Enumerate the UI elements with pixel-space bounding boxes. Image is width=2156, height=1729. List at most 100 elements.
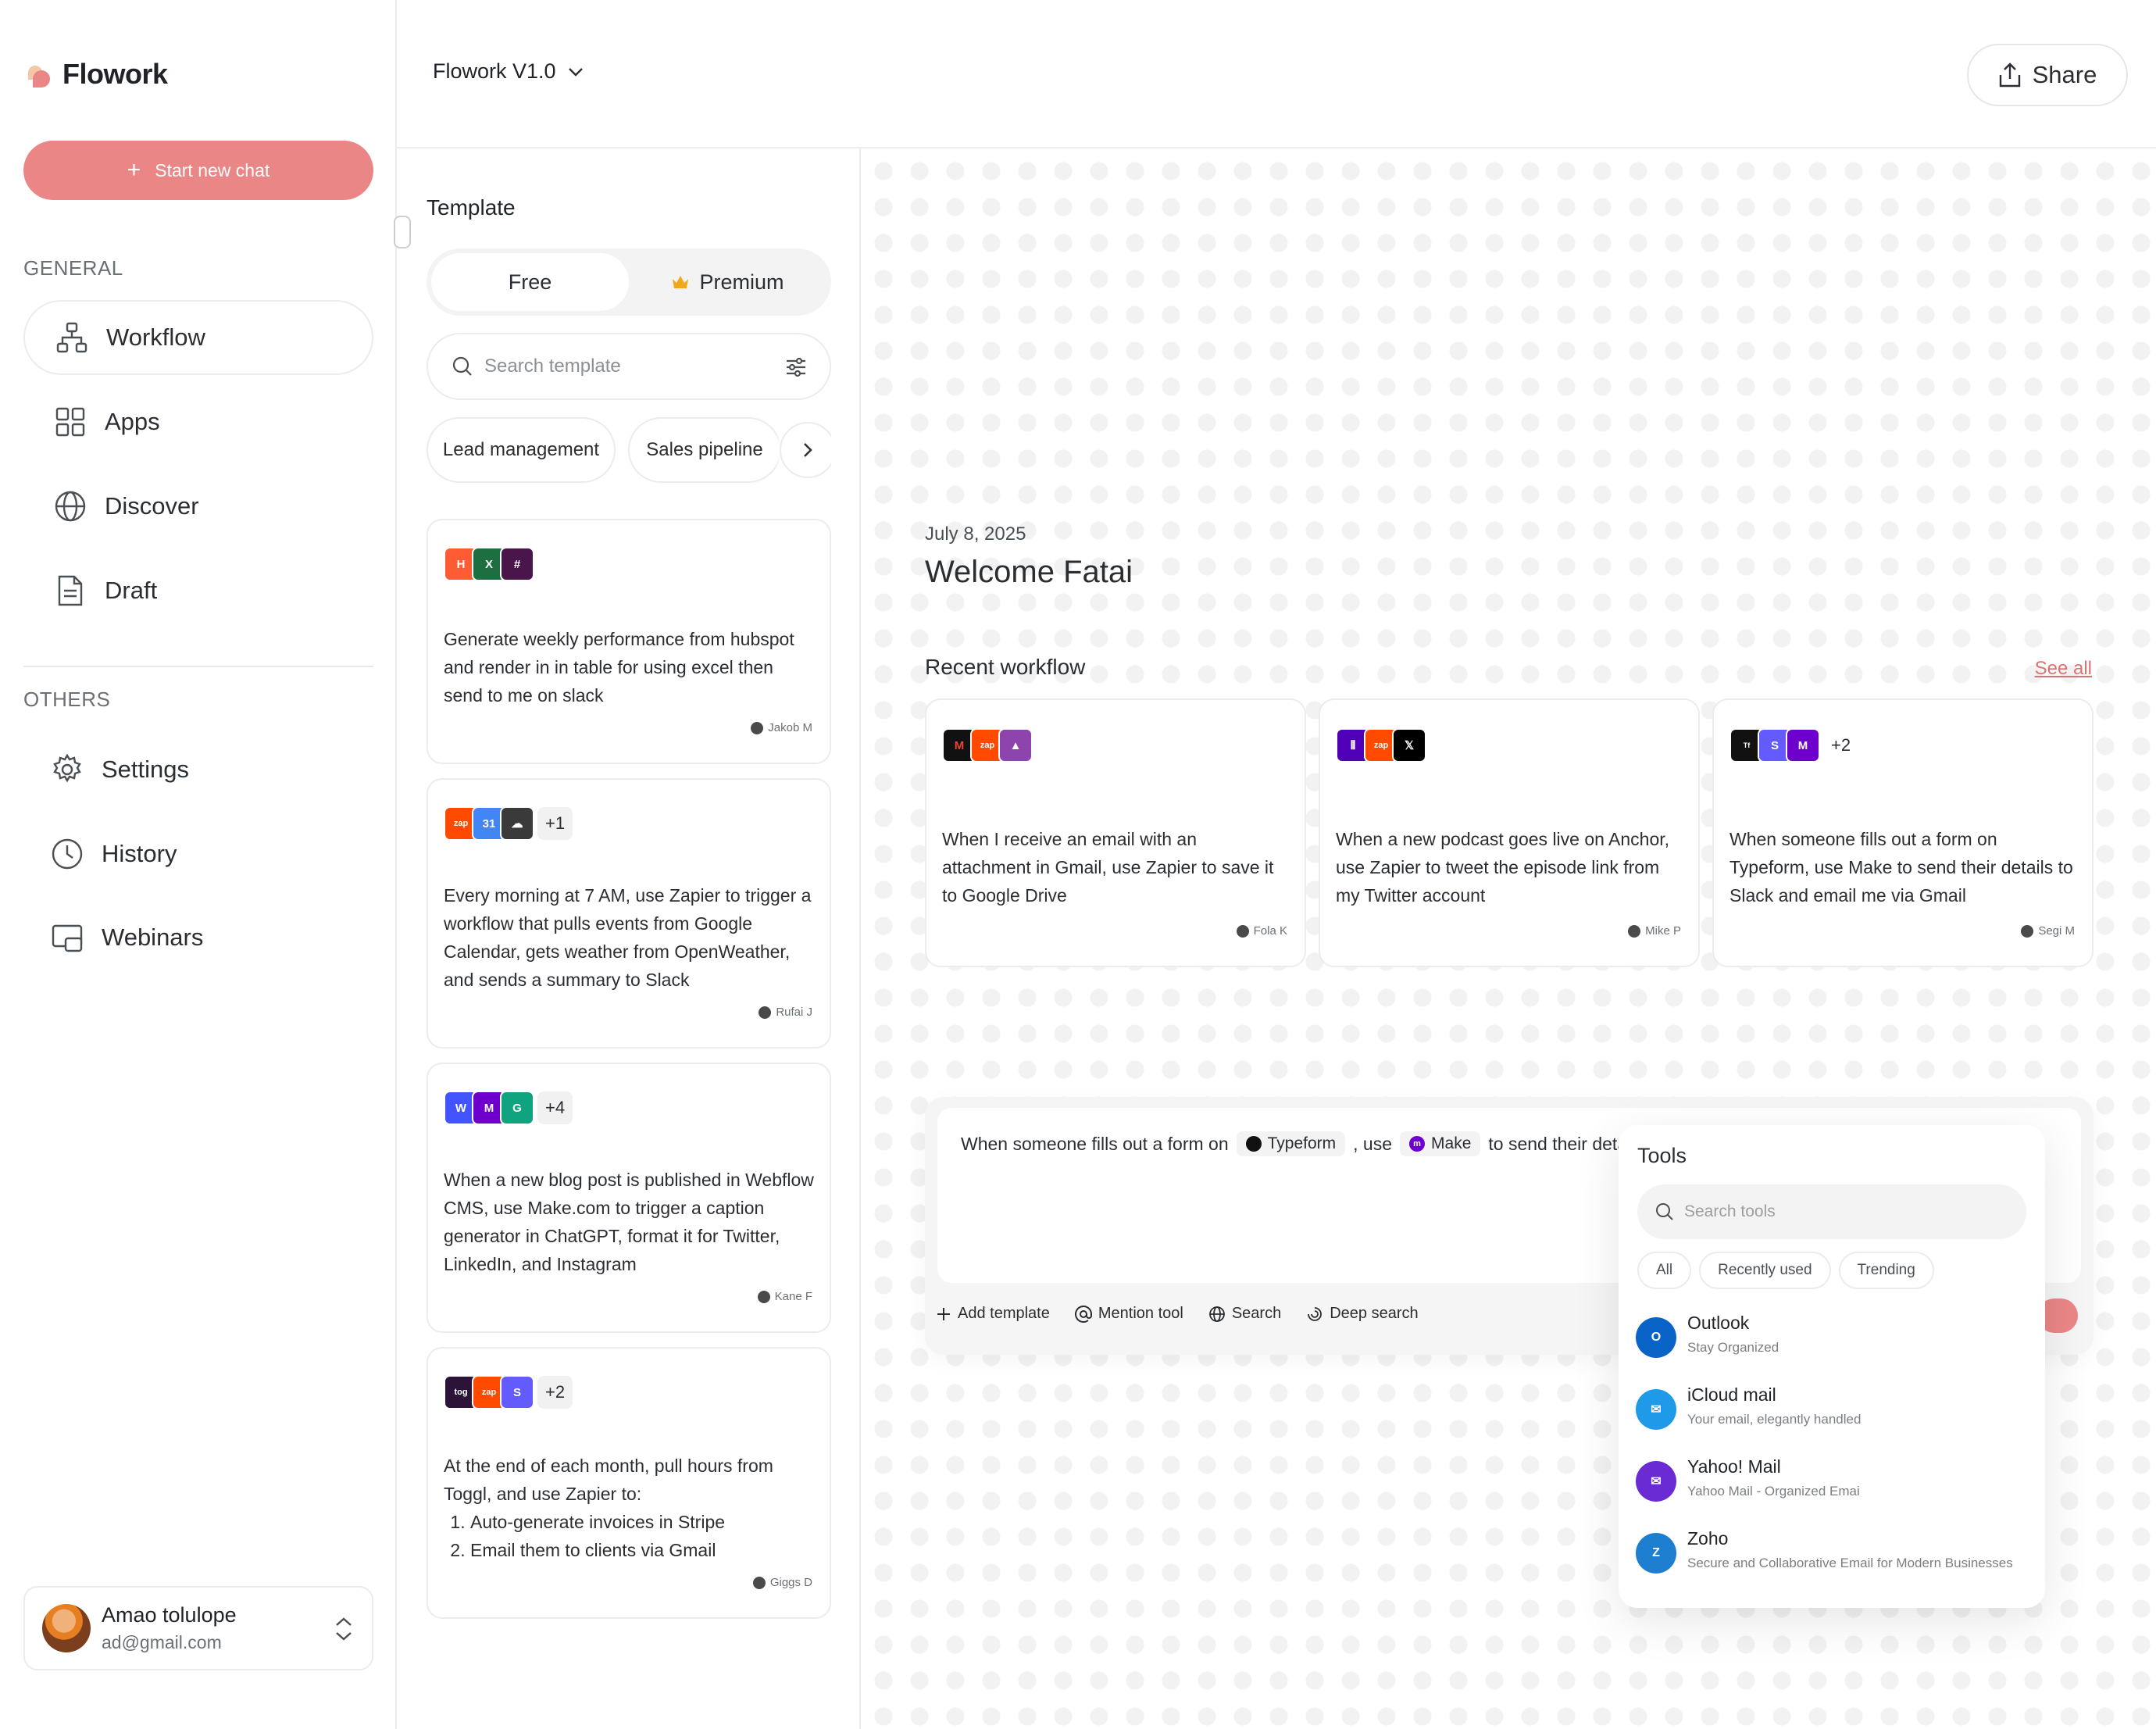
template-card[interactable]: zap 31 ☁ +1 Every morning at 7 AM, use Z… <box>427 778 831 1048</box>
logo[interactable]: Flowork <box>25 58 168 91</box>
tool-item-yahoo-mail[interactable]: ✉ Yahoo! Mail Yahoo Mail - Organized Ema… <box>1636 1456 1860 1502</box>
tab-all[interactable]: All <box>1637 1252 1692 1289</box>
tool-item-zoho[interactable]: Z Zoho Secure and Collaborative Email fo… <box>1636 1528 2013 1574</box>
user-name: Amao tolulope <box>102 1603 237 1627</box>
tab-recently-used[interactable]: Recently used <box>1699 1252 1831 1289</box>
see-all-link[interactable]: See all <box>2035 658 2092 680</box>
chatgpt-icon: G <box>500 1091 534 1125</box>
tool-info: Outlook Stay Organized <box>1687 1313 1779 1356</box>
start-new-chat-label: Start new chat <box>155 159 270 180</box>
prompt-segment: When someone fills out a form on <box>961 1133 1229 1154</box>
template-card[interactable]: W M G +4 When a new blog post is publish… <box>427 1063 831 1333</box>
tool-info: iCloud mail Your email, elegantly handle… <box>1687 1384 1861 1427</box>
start-new-chat-button[interactable]: + Start new chat <box>23 141 373 200</box>
list-item: Email them to clients via Gmail <box>470 1536 814 1564</box>
sidebar-item-discover[interactable]: Discover <box>23 469 373 544</box>
tool-info: Zoho Secure and Collaborative Email for … <box>1687 1528 2013 1571</box>
author-name: Mike P <box>1645 924 1681 938</box>
recent-workflow-card[interactable]: ⦀ zap 𝕏 When a new podcast goes live on … <box>1319 698 1700 967</box>
sidebar-item-workflow[interactable]: Workflow <box>23 300 373 375</box>
tools-title: Tools <box>1637 1144 1687 1167</box>
sidebar-item-apps[interactable]: Apps <box>23 384 373 459</box>
general-section-label: GENERAL <box>23 256 123 280</box>
sidebar-item-label: History <box>102 840 177 867</box>
tool-name: Zoho <box>1687 1528 1729 1549</box>
chip-lead-management[interactable]: Lead management <box>427 417 616 483</box>
search-button[interactable]: Search <box>1208 1305 1281 1323</box>
template-search-input[interactable]: Search template <box>427 333 831 400</box>
version-dropdown[interactable]: Flowork V1.0 <box>433 59 584 84</box>
deep-search-button[interactable]: Deep search <box>1306 1305 1419 1323</box>
template-card-author: Rufai J <box>759 1006 812 1019</box>
template-card-text: When a new blog post is published in Web… <box>444 1170 814 1274</box>
app-icon-stack: ⦀ zap 𝕏 <box>1336 728 1426 763</box>
more-apps-badge: +1 <box>537 807 573 840</box>
sidebar-item-history[interactable]: History <box>23 816 373 891</box>
tool-item-outlook[interactable]: O Outlook Stay Organized <box>1636 1313 1779 1358</box>
user-account-switcher[interactable]: Amao tolulope ad@gmail.com <box>23 1586 373 1670</box>
panel-collapse-handle[interactable] <box>394 216 411 248</box>
template-card-intro: At the end of each month, pull hours fro… <box>444 1456 773 1504</box>
tab-trending[interactable]: Trending <box>1838 1252 1934 1289</box>
app-icon-stack: M zap ▲ <box>942 728 1033 763</box>
tools-search-input[interactable]: Search tools <box>1637 1184 2026 1239</box>
author-avatar <box>1236 924 1249 938</box>
recent-workflow-card[interactable]: Tf S M +2 When someone fills out a form … <box>1712 698 2094 967</box>
current-date: July 8, 2025 <box>925 523 1026 545</box>
crown-icon <box>673 276 689 288</box>
action-label: Mention tool <box>1098 1305 1183 1322</box>
tool-item-icloud-mail[interactable]: ✉ iCloud mail Your email, elegantly hand… <box>1636 1384 1861 1430</box>
author-avatar <box>757 1290 770 1303</box>
mention-label: Typeform <box>1267 1134 1337 1152</box>
recent-workflow-card[interactable]: M zap ▲ When I receive an email with an … <box>925 698 1306 967</box>
chips-next-button[interactable] <box>780 422 831 478</box>
template-card-steps: Auto-generate invoices in Stripe Email t… <box>444 1508 814 1564</box>
add-template-button[interactable]: Add template <box>936 1305 1050 1323</box>
tool-desc: Stay Organized <box>1687 1340 1779 1355</box>
recent-workflow-text: When I receive an email with an attachme… <box>942 829 1274 906</box>
filter-icon[interactable] <box>784 356 808 384</box>
chip-label: Sales pipeline <box>646 439 763 460</box>
sidebar-item-webinars[interactable]: Webinars <box>23 900 373 975</box>
sidebar-item-label: Webinars <box>102 923 204 951</box>
tool-name: iCloud mail <box>1687 1384 1776 1405</box>
template-card[interactable]: tog zap S +2 At the end of each month, p… <box>427 1347 831 1619</box>
tab-label: Recently used <box>1718 1262 1812 1278</box>
tab-free[interactable]: Free <box>431 253 629 311</box>
recent-workflow-title: Recent workflow <box>925 655 1086 679</box>
recent-workflow-author: Mike P <box>1628 924 1681 938</box>
sidebar-divider <box>23 666 373 667</box>
chip-sales-pipeline[interactable]: Sales pipeline <box>628 417 781 483</box>
app-icon-stack: H X # <box>444 547 534 581</box>
plus-icon: + <box>127 157 141 183</box>
more-apps-badge: +4 <box>537 1091 573 1124</box>
topbar: Flowork V1.0 Share <box>397 0 2156 148</box>
tab-premium[interactable]: Premium <box>629 253 826 311</box>
mention-tool-button[interactable]: Mention tool <box>1074 1305 1183 1323</box>
document-icon <box>53 573 87 608</box>
typeform-mention-tag[interactable]: Typeform <box>1236 1131 1346 1156</box>
sidebar-item-label: Discover <box>105 492 199 520</box>
app-icon-stack: zap 31 ☁ +1 <box>444 806 573 841</box>
share-button[interactable]: Share <box>1967 44 2128 106</box>
author-name: Rufai J <box>776 1006 812 1019</box>
sidebar-item-settings[interactable]: Settings <box>23 732 373 807</box>
tab-label: All <box>1656 1262 1673 1278</box>
tool-desc: Yahoo Mail - Organized Emai <box>1687 1484 1860 1499</box>
template-card[interactable]: H X # Generate weekly performance from h… <box>427 519 831 764</box>
prompt-segment: , use <box>1353 1133 1393 1154</box>
sidebar-item-draft[interactable]: Draft <box>23 553 373 628</box>
make-mention-tag[interactable]: m Make <box>1400 1131 1481 1156</box>
template-plan-toggle: Free Premium <box>427 248 831 316</box>
template-card-text: Every morning at 7 AM, use Zapier to tri… <box>444 885 812 990</box>
author-avatar <box>759 1006 772 1019</box>
more-apps-badge: +2 <box>1823 729 1859 762</box>
globe-icon <box>1208 1306 1225 1322</box>
more-apps-badge: +2 <box>537 1376 573 1409</box>
app-root: Flowork + Start new chat GENERAL Workflo… <box>0 0 2156 1729</box>
icloud-mail-icon: ✉ <box>1636 1389 1676 1430</box>
globe-icon <box>53 489 87 523</box>
stripe-icon: S <box>500 1375 534 1409</box>
chevron-down-icon <box>568 67 583 77</box>
webinar-icon <box>50 920 84 955</box>
